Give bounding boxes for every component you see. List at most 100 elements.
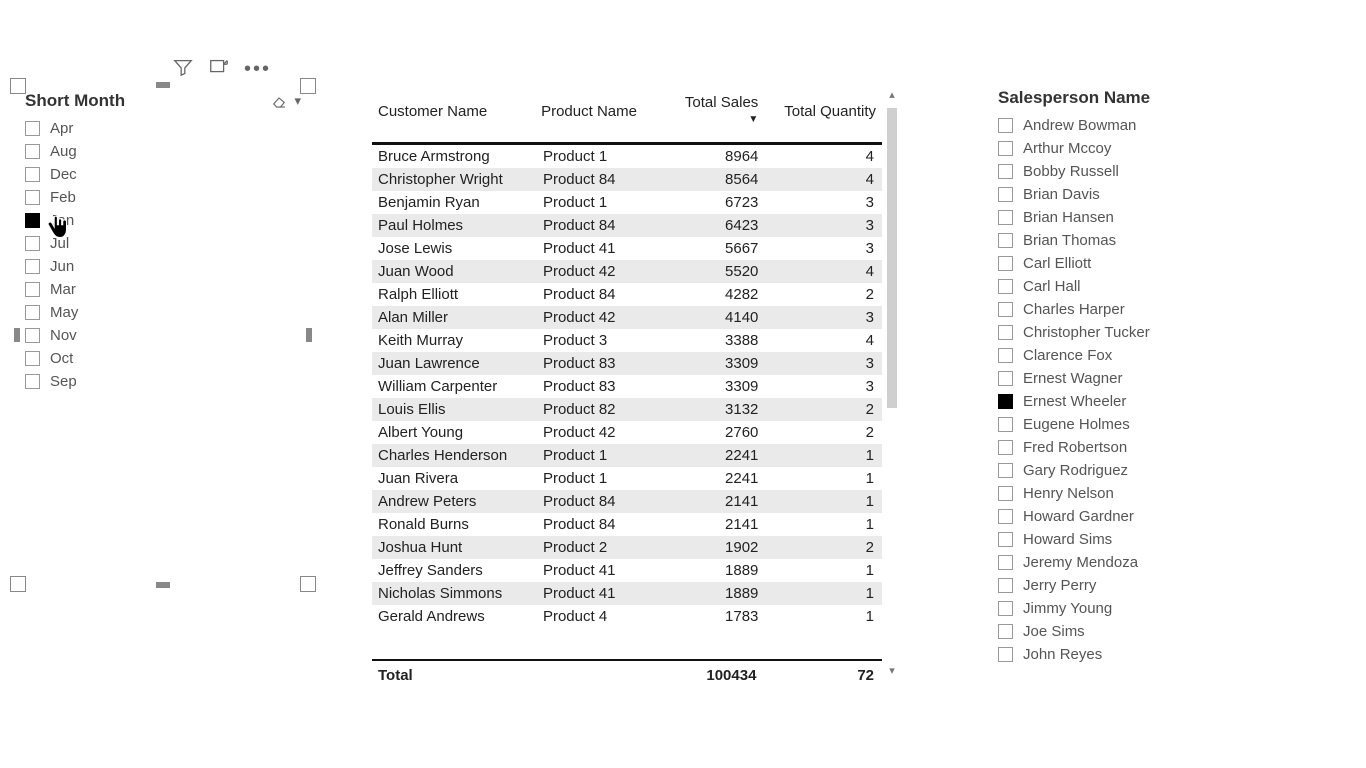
slicer-item[interactable]: Jun xyxy=(25,255,301,278)
checkbox[interactable] xyxy=(998,256,1013,271)
slicer-item[interactable]: Aug xyxy=(25,140,301,163)
checkbox[interactable] xyxy=(998,647,1013,662)
table-row[interactable]: Charles HendersonProduct 122411 xyxy=(372,444,882,467)
resize-handle[interactable] xyxy=(156,582,170,588)
slicer-item[interactable]: Clarence Fox xyxy=(998,344,1258,367)
table-row[interactable]: Albert YoungProduct 4227602 xyxy=(372,421,882,444)
slicer-item[interactable]: Christopher Tucker xyxy=(998,321,1258,344)
checkbox[interactable] xyxy=(998,210,1013,225)
checkbox[interactable] xyxy=(25,305,40,320)
checkbox[interactable] xyxy=(998,371,1013,386)
table-row[interactable]: Alan MillerProduct 4241403 xyxy=(372,306,882,329)
slicer-item[interactable]: Apr xyxy=(25,117,301,140)
table-row[interactable]: Benjamin RyanProduct 167233 xyxy=(372,191,882,214)
column-header-product[interactable]: Product Name xyxy=(535,88,657,144)
checkbox[interactable] xyxy=(998,578,1013,593)
checkbox[interactable] xyxy=(25,213,40,228)
checkbox[interactable] xyxy=(998,486,1013,501)
slicer-item[interactable]: Andrew Bowman xyxy=(998,114,1258,137)
slicer-item[interactable]: Howard Sims xyxy=(998,528,1258,551)
slicer-item[interactable]: Carl Hall xyxy=(998,275,1258,298)
checkbox[interactable] xyxy=(998,463,1013,478)
slicer-item[interactable]: Arthur Mccoy xyxy=(998,137,1258,160)
slicer-item[interactable]: Brian Davis xyxy=(998,183,1258,206)
chevron-down-icon[interactable]: ▾ xyxy=(294,93,301,109)
slicer-item[interactable]: Mar xyxy=(25,278,301,301)
resize-handle[interactable] xyxy=(156,82,170,88)
checkbox[interactable] xyxy=(998,601,1013,616)
slicer-item[interactable]: Brian Hansen xyxy=(998,206,1258,229)
slicer-item[interactable]: Charles Harper xyxy=(998,298,1258,321)
resize-handle[interactable] xyxy=(10,576,26,592)
slicer-item[interactable]: Jeremy Mendoza xyxy=(998,551,1258,574)
table-row[interactable]: Jeffrey SandersProduct 4118891 xyxy=(372,559,882,582)
slicer-item[interactable]: May xyxy=(25,301,301,324)
checkbox[interactable] xyxy=(25,259,40,274)
slicer-item[interactable]: Gary Rodriguez xyxy=(998,459,1258,482)
checkbox[interactable] xyxy=(25,351,40,366)
checkbox[interactable] xyxy=(998,348,1013,363)
resize-handle[interactable] xyxy=(300,576,316,592)
clear-selections-icon[interactable] xyxy=(270,92,288,110)
checkbox[interactable] xyxy=(998,417,1013,432)
more-options-icon[interactable]: ••• xyxy=(244,63,271,75)
slicer-item[interactable]: Henry Nelson xyxy=(998,482,1258,505)
slicer-item[interactable]: Jerry Perry xyxy=(998,574,1258,597)
slicer-item[interactable]: Feb xyxy=(25,186,301,209)
scroll-down-icon[interactable]: ▾ xyxy=(884,664,900,678)
focus-mode-icon[interactable] xyxy=(208,56,230,82)
slicer-item[interactable]: Howard Gardner xyxy=(998,505,1258,528)
table-row[interactable]: Juan WoodProduct 4255204 xyxy=(372,260,882,283)
slicer-item[interactable]: Ernest Wheeler xyxy=(998,390,1258,413)
checkbox[interactable] xyxy=(25,328,40,343)
checkbox[interactable] xyxy=(998,394,1013,409)
checkbox[interactable] xyxy=(998,509,1013,524)
slicer-item[interactable]: Jan xyxy=(25,209,301,232)
slicer-item[interactable]: Sep xyxy=(25,370,301,393)
slicer-item[interactable]: Ernest Wagner xyxy=(998,367,1258,390)
filter-icon[interactable] xyxy=(172,56,194,82)
table-row[interactable]: Andrew PetersProduct 8421411 xyxy=(372,490,882,513)
slicer-item[interactable]: Dec xyxy=(25,163,301,186)
table-row[interactable]: Louis EllisProduct 8231322 xyxy=(372,398,882,421)
table-row[interactable]: Bruce ArmstrongProduct 189644 xyxy=(372,145,882,168)
checkbox[interactable] xyxy=(998,187,1013,202)
slicer-item[interactable]: Brian Thomas xyxy=(998,229,1258,252)
slicer-item[interactable]: Jimmy Young xyxy=(998,597,1258,620)
checkbox[interactable] xyxy=(998,325,1013,340)
column-header-total-qty[interactable]: Total Quantity xyxy=(764,88,882,144)
table-row[interactable]: Jose LewisProduct 4156673 xyxy=(372,237,882,260)
checkbox[interactable] xyxy=(998,555,1013,570)
table-row[interactable]: Christopher WrightProduct 8485644 xyxy=(372,168,882,191)
checkbox[interactable] xyxy=(998,302,1013,317)
table-row[interactable]: Joshua HuntProduct 219022 xyxy=(372,536,882,559)
table-row[interactable]: Ralph ElliottProduct 8442822 xyxy=(372,283,882,306)
slicer-item[interactable]: Carl Elliott xyxy=(998,252,1258,275)
checkbox[interactable] xyxy=(998,440,1013,455)
table-row[interactable]: Juan RiveraProduct 122411 xyxy=(372,467,882,490)
checkbox[interactable] xyxy=(998,118,1013,133)
checkbox[interactable] xyxy=(25,144,40,159)
slicer-item[interactable]: Nov xyxy=(25,324,301,347)
slicer-item[interactable]: John Reyes xyxy=(998,643,1258,666)
slicer-item[interactable]: Joe Sims xyxy=(998,620,1258,643)
checkbox[interactable] xyxy=(998,624,1013,639)
checkbox[interactable] xyxy=(998,279,1013,294)
resize-handle[interactable] xyxy=(10,78,26,94)
checkbox[interactable] xyxy=(25,167,40,182)
checkbox[interactable] xyxy=(25,190,40,205)
checkbox[interactable] xyxy=(998,141,1013,156)
checkbox[interactable] xyxy=(998,233,1013,248)
checkbox[interactable] xyxy=(998,164,1013,179)
table-row[interactable]: Paul HolmesProduct 8464233 xyxy=(372,214,882,237)
slicer-item[interactable]: Oct xyxy=(25,347,301,370)
table-scrollbar[interactable]: ▴ ▾ xyxy=(884,88,900,678)
column-header-customer[interactable]: Customer Name xyxy=(372,88,535,144)
resize-handle[interactable] xyxy=(306,328,312,342)
slicer-item[interactable]: Jul xyxy=(25,232,301,255)
slicer-item[interactable]: Fred Robertson xyxy=(998,436,1258,459)
resize-handle[interactable] xyxy=(300,78,316,94)
slicer-item[interactable]: Eugene Holmes xyxy=(998,413,1258,436)
column-header-total-sales[interactable]: Total Sales▼ xyxy=(657,88,765,144)
scroll-thumb[interactable] xyxy=(887,108,897,408)
